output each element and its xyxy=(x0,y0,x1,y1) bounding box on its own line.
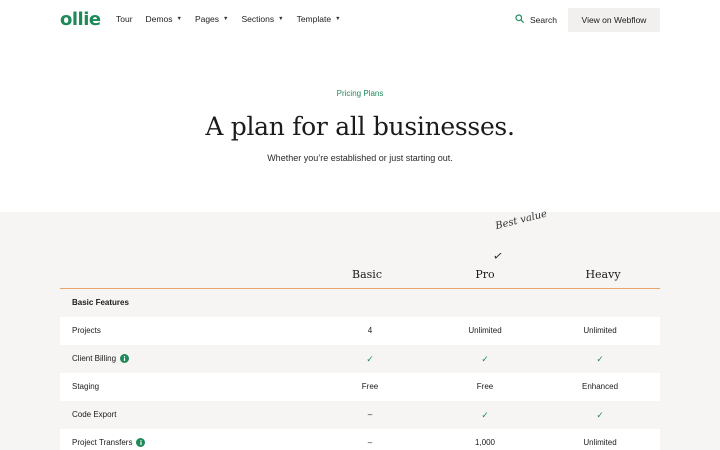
caret-down-icon: ▼ xyxy=(176,16,182,22)
nav-link-template[interactable]: Template ▼ xyxy=(297,14,341,24)
basic-value: Free xyxy=(361,382,379,391)
table-row: Client Billing i ✓ ✓ ✓ xyxy=(60,345,660,373)
heavy-check-icon: ✓ xyxy=(596,354,604,364)
heavy-check-icon: ✓ xyxy=(596,410,604,420)
feature-label: Client Billing xyxy=(72,354,117,363)
table-row: Staging Free Free Enhanced xyxy=(60,373,660,401)
pro-value: Free xyxy=(476,382,494,391)
nav-link-label: Pages xyxy=(194,14,220,24)
logo[interactable]: ollie xyxy=(60,9,101,30)
table-row: Code Export – ✓ ✓ xyxy=(60,401,660,429)
basic-value: 4 xyxy=(367,326,373,335)
search-label: Search xyxy=(530,14,557,25)
nav-link-tour[interactable]: Tour xyxy=(116,14,133,24)
basic-value: – xyxy=(367,438,373,447)
nav-link-label: Tour xyxy=(116,14,133,24)
search-icon xyxy=(515,14,530,25)
page-subtitle: Whether you’re established or just start… xyxy=(267,153,453,163)
header-divider xyxy=(60,288,660,289)
caret-down-icon: ▼ xyxy=(278,16,284,22)
nav-link-pages[interactable]: Pages ▼ xyxy=(195,14,229,24)
search-button[interactable]: Search xyxy=(515,14,557,25)
plan-header-heavy: Heavy xyxy=(585,268,621,281)
heavy-value: Unlimited xyxy=(583,326,617,335)
feature-label: Code Export xyxy=(72,410,117,419)
heavy-value: Enhanced xyxy=(581,382,619,391)
plan-header-pro: Pro xyxy=(475,268,495,281)
feature-label: Projects xyxy=(72,326,101,335)
info-icon[interactable]: i xyxy=(136,438,146,447)
nav-link-sections[interactable]: Sections ▼ xyxy=(242,14,284,24)
nav-links: Tour Demos ▼ Pages ▼ Sections ▼ Template… xyxy=(116,14,354,24)
basic-value: – xyxy=(367,410,373,419)
pro-check-icon: ✓ xyxy=(481,354,489,364)
nav-link-label: Sections xyxy=(241,14,275,24)
table-row: Project Transfers i – 1,000 Unlimited xyxy=(60,429,660,450)
view-on-webflow-button[interactable]: View on Webflow xyxy=(568,8,660,32)
nav-link-label: Template xyxy=(296,14,332,24)
basic-check-icon: ✓ xyxy=(366,354,374,364)
pro-check-icon: ✓ xyxy=(481,410,489,420)
plan-header-basic: Basic xyxy=(352,268,382,281)
feature-group-label: Basic Features xyxy=(72,298,129,307)
top-nav: ollie Tour Demos ▼ Pages ▼ Sections ▼ Te… xyxy=(0,0,720,40)
caret-down-icon: ▼ xyxy=(335,16,341,22)
table-row: Projects 4 Unlimited Unlimited xyxy=(60,317,660,345)
caret-down-icon: ▼ xyxy=(223,16,229,22)
feature-label: Staging xyxy=(72,382,100,391)
feature-label: Project Transfers xyxy=(72,438,133,447)
page-title: A plan for all businesses. xyxy=(205,112,515,141)
pro-value: 1,000 xyxy=(474,438,496,447)
eyebrow-label: Pricing Plans xyxy=(336,89,384,98)
nav-link-demos[interactable]: Demos ▼ xyxy=(146,14,182,24)
pro-value: Unlimited xyxy=(468,326,502,335)
heavy-value: Unlimited xyxy=(583,438,617,447)
nav-link-label: Demos xyxy=(145,14,173,24)
info-icon[interactable]: i xyxy=(120,354,130,363)
